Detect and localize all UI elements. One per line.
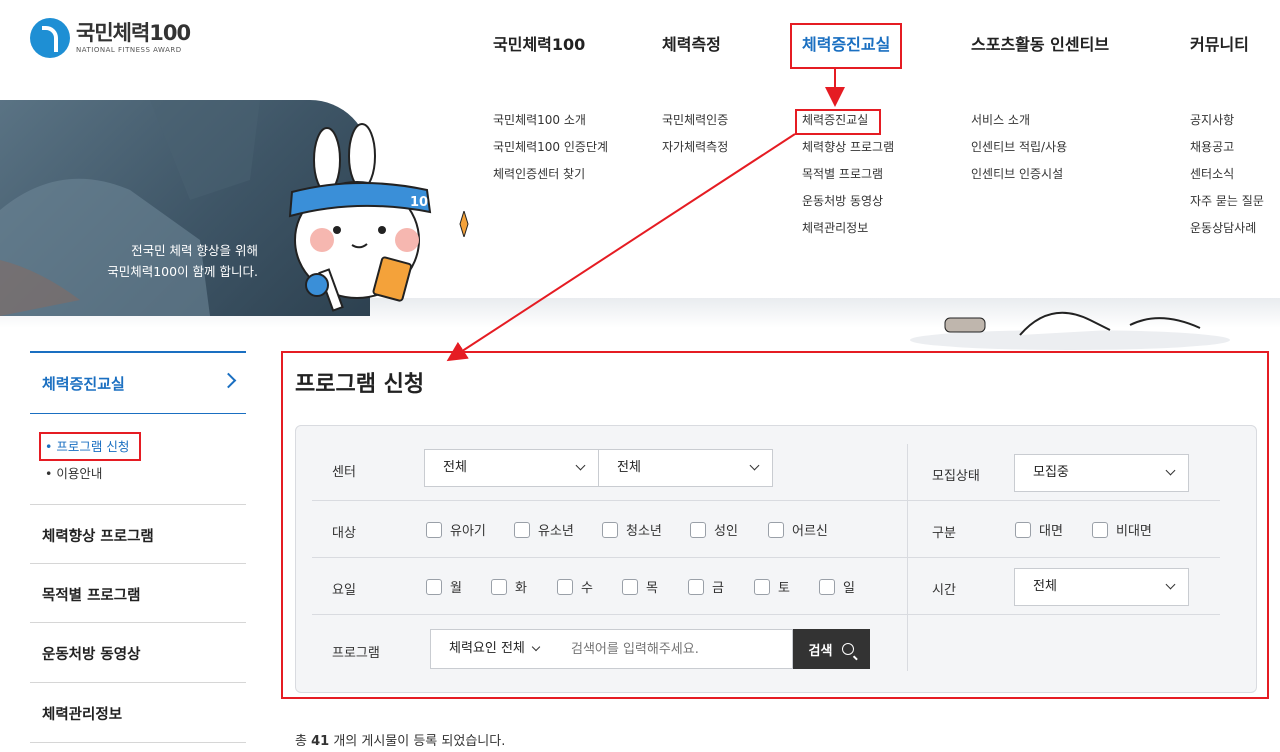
submenu-item[interactable]: 채용공고 [1190, 139, 1264, 166]
hero-line-1: 전국민 체력 향상을 위해 [131, 243, 258, 258]
runner-illustration-icon [910, 311, 1230, 350]
nav-fitness-measurement[interactable]: 체력측정 [662, 31, 721, 55]
submenu-item[interactable]: 목적별 프로그램 [802, 166, 894, 193]
submenu-item[interactable]: 인센티브 인증시설 [971, 166, 1067, 193]
lnb-item-fitness-program[interactable]: 체력향상 프로그램 [30, 504, 246, 564]
annotation-box-nav [790, 23, 902, 69]
submenu-item[interactable]: 서비스 소개 [971, 112, 1067, 139]
lnb-current-label: 체력증진교실 [42, 375, 125, 393]
submenu-item[interactable]: 체력관리정보 [802, 220, 894, 247]
submenu-item[interactable]: 센터소식 [1190, 166, 1264, 193]
submenu-item[interactable]: 인센티브 적립/사용 [971, 139, 1067, 166]
bunny-mascot-icon: 10 [288, 123, 432, 312]
submenu-item[interactable]: 체력향상 프로그램 [802, 139, 894, 166]
nav-community[interactable]: 커뮤니티 [1190, 31, 1249, 55]
submenu-item[interactable]: 운동처방 동영상 [802, 193, 894, 220]
chevron-right-icon [220, 372, 237, 389]
annotation-box-lnb [39, 432, 141, 461]
lnb-item-fitness-info[interactable]: 체력관리정보 [30, 682, 246, 743]
svg-text:10: 10 [410, 195, 428, 210]
submenu-item[interactable]: 국민체력100 소개 [493, 112, 608, 139]
annotation-box-submenu [795, 109, 881, 135]
hero-text: 전국민 체력 향상을 위해 국민체력100이 함께 합니다. [98, 240, 258, 282]
sparkle-icon [459, 211, 469, 237]
global-nav: 국민체력100 체력측정 체력증진교실 스포츠활동 인센티브 커뮤니티 [0, 0, 1280, 80]
nav-sports-incentive[interactable]: 스포츠활동 인센티브 [971, 31, 1109, 55]
submenu-item[interactable]: 국민체력100 인증단계 [493, 139, 608, 166]
submenu-item[interactable]: 자주 묻는 질문 [1190, 193, 1264, 220]
result-count: 총 41 개의 게시물이 등록 되었습니다. [295, 734, 506, 749]
submenu-col-national-fitness: 국민체력100 소개 국민체력100 인증단계 체력인증센터 찾기 [493, 112, 608, 193]
submenu-item[interactable]: 공지사항 [1190, 112, 1264, 139]
lnb-current-section[interactable]: 체력증진교실 [30, 351, 246, 414]
lnb-sub-usage-guide[interactable]: • 이용안내 [45, 463, 102, 482]
submenu-item[interactable]: 국민체력인증 [662, 112, 728, 139]
submenu-col-measurement: 국민체력인증 자가체력측정 [662, 112, 728, 166]
lnb-item-exercise-video[interactable]: 운동처방 동영상 [30, 622, 246, 682]
submenu-item[interactable]: 운동상담사례 [1190, 220, 1264, 247]
submenu-col-community: 공지사항 채용공고 센터소식 자주 묻는 질문 운동상담사례 [1190, 112, 1264, 247]
submenu-col-incentive: 서비스 소개 인센티브 적립/사용 인센티브 인증시설 [971, 112, 1067, 193]
hero-line-2: 국민체력100이 함께 합니다. [107, 264, 258, 279]
submenu-item[interactable]: 체력인증센터 찾기 [493, 166, 608, 193]
submenu-item[interactable]: 자가체력측정 [662, 139, 728, 166]
annotation-box-content [281, 351, 1269, 699]
lnb-item-purpose-program[interactable]: 목적별 프로그램 [30, 563, 246, 623]
nav-national-fitness[interactable]: 국민체력100 [493, 31, 585, 55]
